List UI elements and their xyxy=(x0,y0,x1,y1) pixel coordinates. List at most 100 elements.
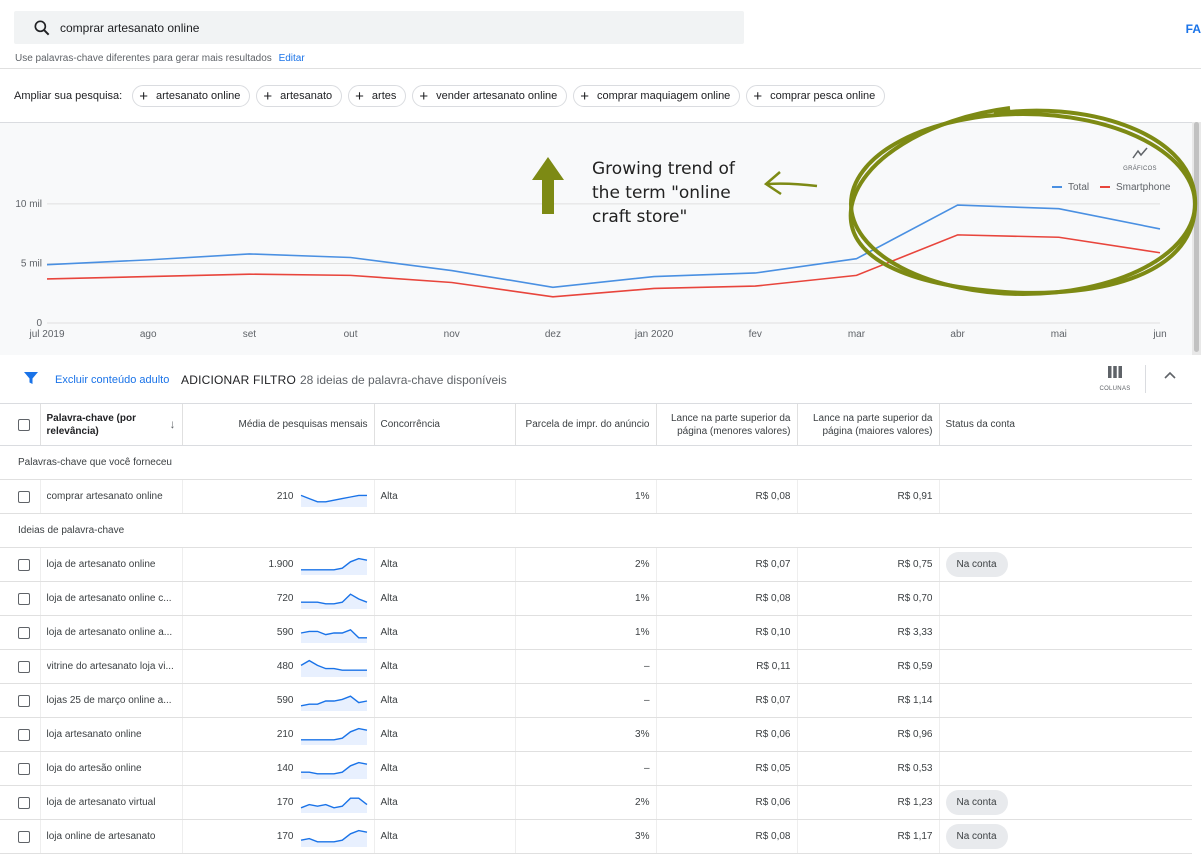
bid-high: R$ 0,91 xyxy=(796,479,939,514)
filter-icon[interactable] xyxy=(24,371,38,385)
keyword[interactable]: comprar artesanato online xyxy=(47,491,176,502)
header-bid-low[interactable]: Lance na parte superior da página (menor… xyxy=(655,403,797,446)
sparkline xyxy=(300,761,367,779)
table-row[interactable]: vitrine do artesanato loja vi... 480 Alta –… xyxy=(0,649,1192,684)
keyword[interactable]: loja artesanato online xyxy=(47,729,176,740)
keyword-cell: loja de artesanato online xyxy=(39,547,182,582)
keyword-cell: loja do artesão online xyxy=(39,751,182,786)
header-impression-share[interactable]: Parcela de impr. do anúncio xyxy=(514,403,656,446)
columns-button[interactable]: COLUNAS xyxy=(1098,365,1132,392)
header-bid-high[interactable]: Lance na parte superior da página (maior… xyxy=(796,403,939,446)
avg-searches-cell: 140 xyxy=(181,751,374,786)
keyword-cell: loja de artesanato virtual xyxy=(39,785,182,820)
bid-low: R$ 0,06 xyxy=(655,717,797,752)
keyword[interactable]: vitrine do artesanato loja vi... xyxy=(47,661,176,672)
row-checkbox-cell xyxy=(0,581,40,616)
avg-searches-cell: 210 xyxy=(181,479,374,514)
highlight-circle-icon xyxy=(848,106,1198,296)
sparkline xyxy=(300,727,367,745)
row-checkbox[interactable] xyxy=(18,762,30,775)
select-all-checkbox[interactable] xyxy=(18,418,30,431)
sparkline xyxy=(300,494,367,507)
avg-searches: 590 xyxy=(276,627,294,638)
status-badge: Na conta xyxy=(945,790,1008,815)
row-checkbox[interactable] xyxy=(18,490,30,503)
table-row[interactable]: loja de artesanato online a... 590 Alta 1% R… xyxy=(0,615,1192,650)
row-checkbox[interactable] xyxy=(18,660,30,673)
avg-searches: 210 xyxy=(276,729,294,740)
keyword[interactable]: lojas 25 de março online a... xyxy=(47,695,176,706)
table-header: Palavra-chave (por relevância) ↓ Média de… xyxy=(0,403,1192,446)
account-status-cell xyxy=(938,649,1192,684)
competition: Alta xyxy=(373,581,515,616)
row-checkbox-cell xyxy=(0,547,40,582)
annotation-line: the term "online xyxy=(592,183,731,203)
row-checkbox[interactable] xyxy=(18,558,30,571)
divider xyxy=(1145,365,1146,393)
avg-searches: 1.900 xyxy=(268,559,294,570)
table-row[interactable]: loja de artesanato online 1.900 Alta 2% R$ 0… xyxy=(0,547,1192,582)
row-checkbox[interactable] xyxy=(18,694,30,707)
competition: Alta xyxy=(373,683,515,718)
row-checkbox[interactable] xyxy=(18,626,30,639)
section-row: Palavras-chave que você forneceu xyxy=(0,445,1192,480)
bid-high: R$ 0,59 xyxy=(796,649,939,684)
annotation-line: Growing trend of xyxy=(592,159,735,179)
avg-searches-cell: 1.900 xyxy=(181,547,374,582)
header-account-status[interactable]: Status da conta xyxy=(938,403,1192,446)
add-filter-button[interactable]: ADICIONAR FILTRO xyxy=(181,373,296,387)
sparkline-area xyxy=(300,494,367,507)
row-checkbox[interactable] xyxy=(18,592,30,605)
account-status-cell xyxy=(938,751,1192,786)
competition: Alta xyxy=(373,479,515,514)
account-status-cell xyxy=(938,581,1192,616)
avg-searches: 480 xyxy=(276,661,294,672)
bid-high: R$ 0,96 xyxy=(796,717,939,752)
competition: Alta xyxy=(373,819,515,854)
row-checkbox-cell xyxy=(0,649,40,684)
table-row[interactable]: loja artesanato online 210 Alta 3% R$ 0,06 R$… xyxy=(0,717,1192,752)
table-row[interactable]: loja do artesão online 140 Alta – R$ 0,05 R$ … xyxy=(0,751,1192,786)
table-row[interactable]: lojas 25 de março online a... 590 Alta – R$ … xyxy=(0,683,1192,718)
bid-high: R$ 1,23 xyxy=(796,785,939,820)
account-status-cell: Na conta xyxy=(938,785,1192,820)
bid-high: R$ 3,33 xyxy=(796,615,939,650)
bid-low: R$ 0,10 xyxy=(655,615,797,650)
row-checkbox[interactable] xyxy=(18,728,30,741)
table-row[interactable]: comprar artesanato online 210 Alta 1% R$ 0,0… xyxy=(0,479,1192,514)
keyword[interactable]: loja do artesão online xyxy=(47,763,176,774)
keyword[interactable]: loja online de artesanato xyxy=(47,831,176,842)
header-keyword[interactable]: Palavra-chave (por relevância) ↓ xyxy=(39,403,182,446)
keyword-cell: loja artesanato online xyxy=(39,717,182,752)
sparkline xyxy=(300,796,367,813)
keyword[interactable]: loja de artesanato online xyxy=(47,559,176,570)
sparkline-area xyxy=(300,558,367,575)
impression-share: 1% xyxy=(514,615,656,650)
header-competition[interactable]: Concorrência xyxy=(373,403,515,446)
exclude-adult-link[interactable]: Excluir conteúdo adulto xyxy=(55,374,169,386)
table-row[interactable]: loja de artesanato virtual 170 Alta 2% R$ 0,… xyxy=(0,785,1192,820)
keyword-cell: loja de artesanato online a... xyxy=(39,615,182,650)
sparkline xyxy=(300,592,367,609)
sparkline xyxy=(300,829,367,847)
table-row[interactable]: loja online de artesanato 170 Alta 3% R$ 0,0… xyxy=(0,819,1192,854)
avg-searches-cell: 720 xyxy=(181,581,374,616)
avg-searches: 590 xyxy=(276,695,294,706)
row-checkbox-cell xyxy=(0,785,40,820)
table-row[interactable]: loja de artesanato online c... 720 Alta 1% R… xyxy=(0,581,1192,616)
keyword[interactable]: loja de artesanato virtual xyxy=(47,797,176,808)
row-checkbox[interactable] xyxy=(18,830,30,843)
chevron-up-icon[interactable] xyxy=(1164,371,1176,379)
bid-low: R$ 0,06 xyxy=(655,785,797,820)
keyword[interactable]: loja de artesanato online a... xyxy=(47,627,176,638)
row-checkbox-cell xyxy=(0,683,40,718)
bid-high: R$ 1,14 xyxy=(796,683,939,718)
competition: Alta xyxy=(373,649,515,684)
impression-share: 1% xyxy=(514,479,656,514)
sparkline xyxy=(300,694,367,711)
keyword[interactable]: loja de artesanato online c... xyxy=(47,593,176,604)
impression-share: 3% xyxy=(514,717,656,752)
impression-share: 2% xyxy=(514,547,656,582)
row-checkbox[interactable] xyxy=(18,796,30,809)
header-avg-searches[interactable]: Média de pesquisas mensais xyxy=(181,403,374,446)
